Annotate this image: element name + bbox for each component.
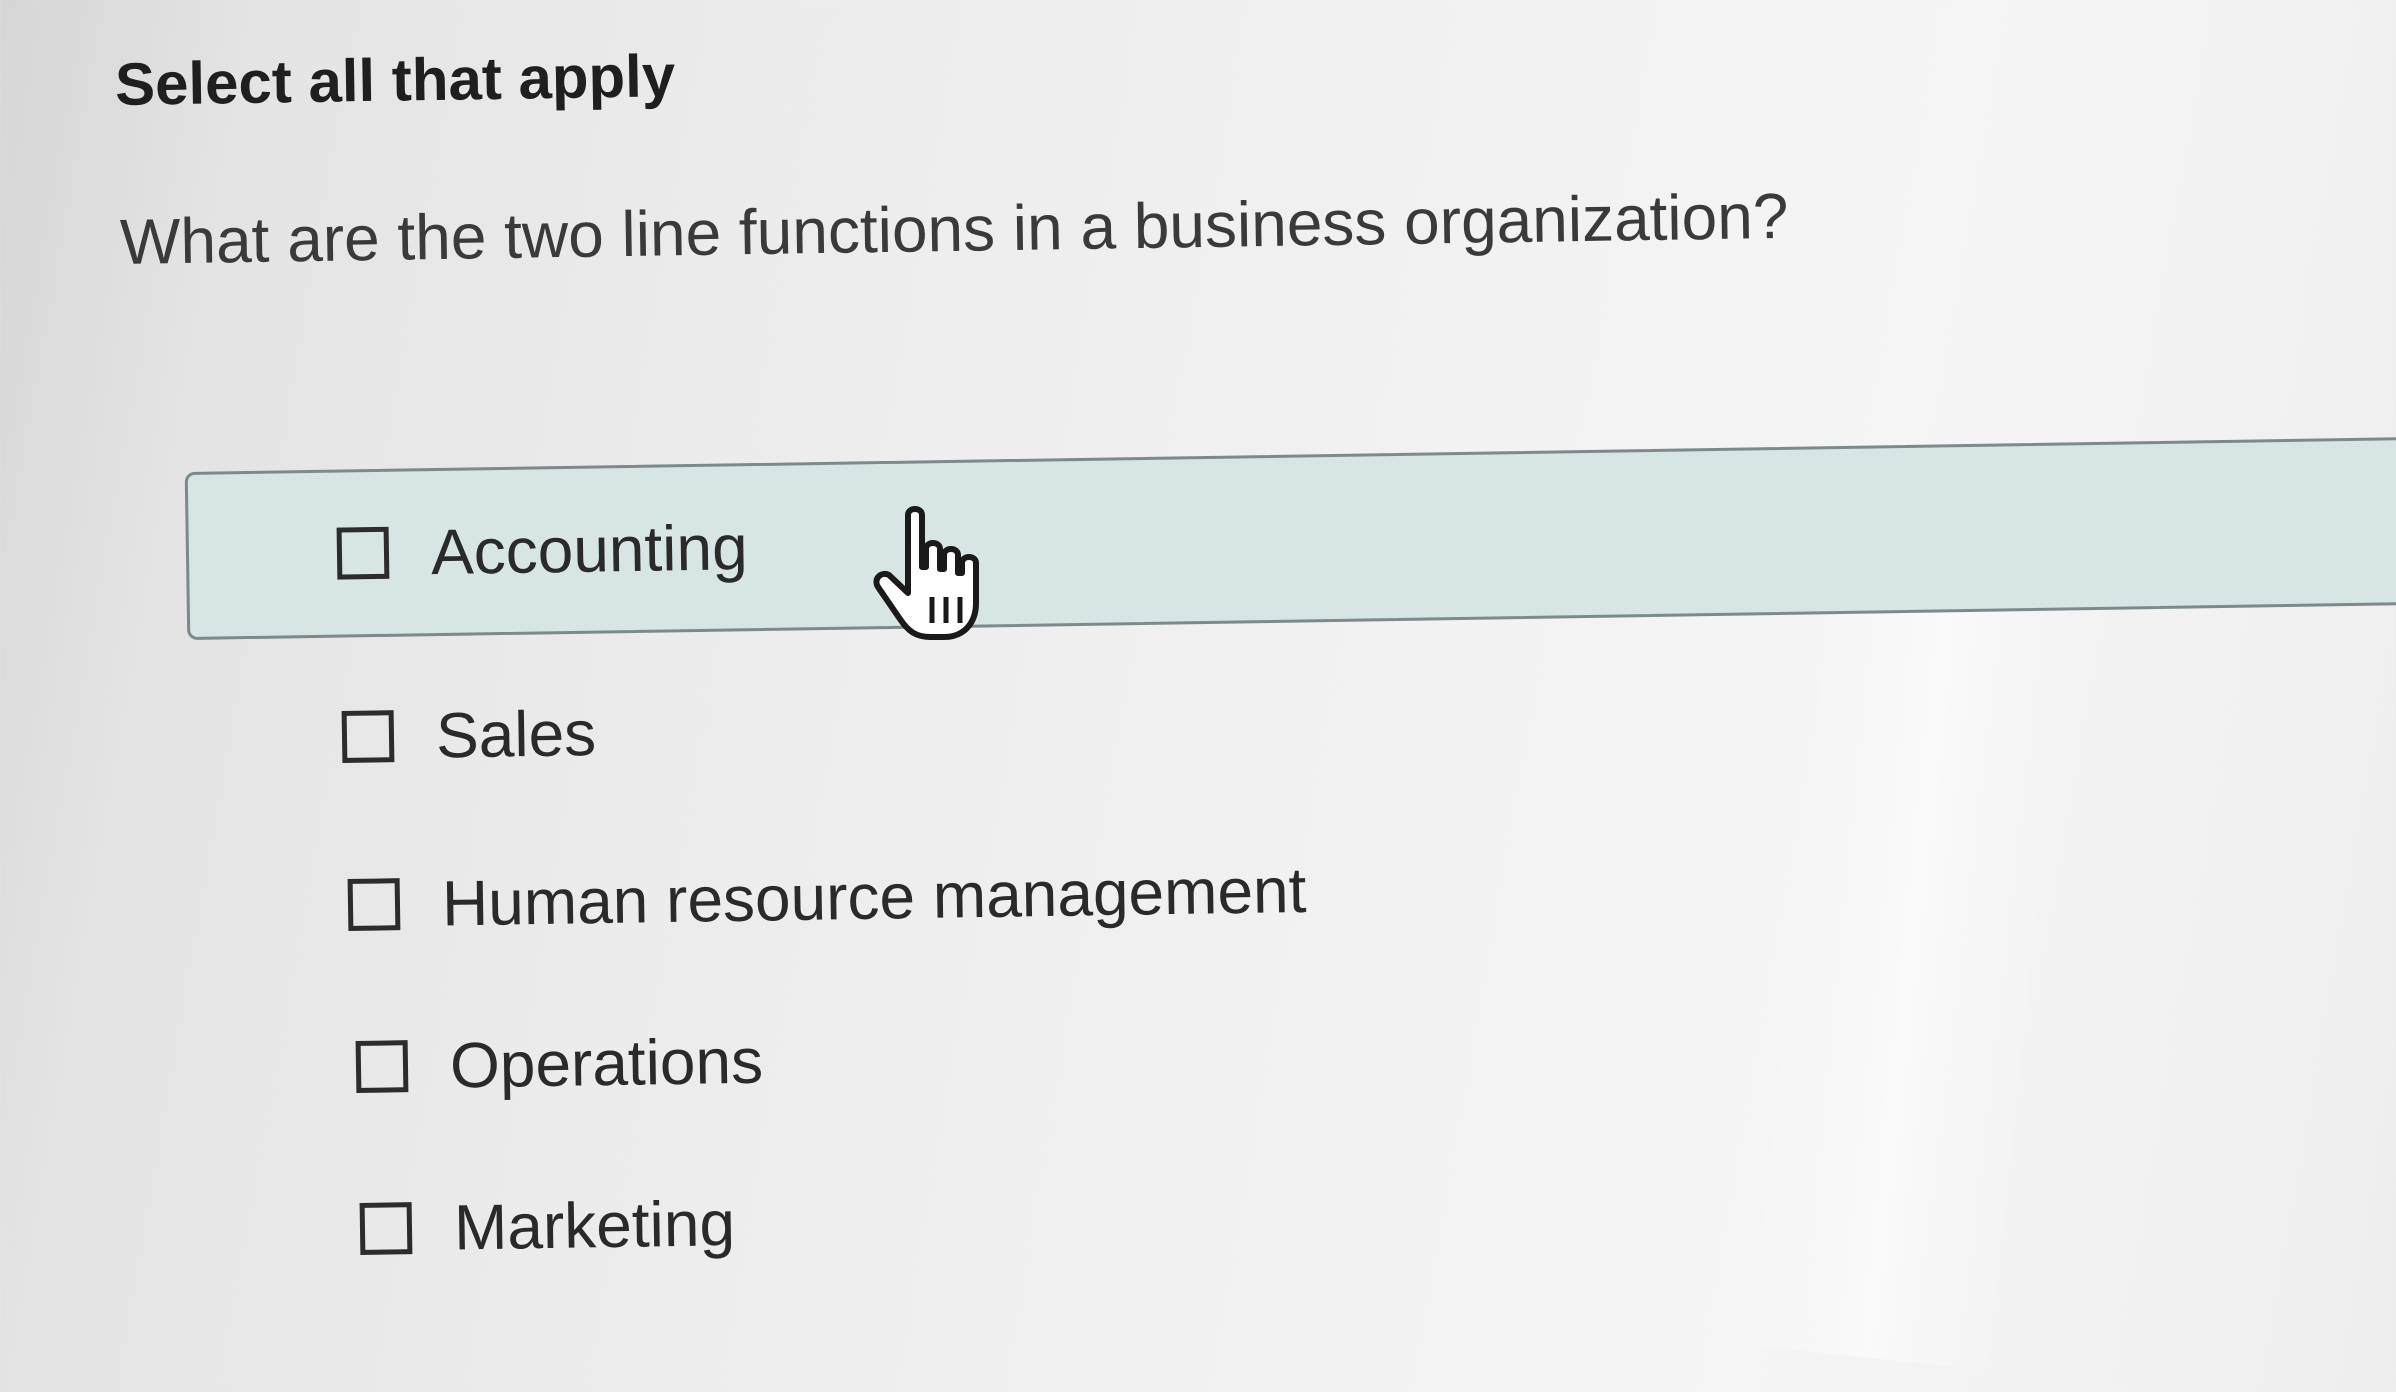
option-sales[interactable]: Sales [341, 696, 597, 774]
option-human-resource-management[interactable]: Human resource management [347, 853, 1307, 942]
option-label: Human resource management [441, 853, 1307, 940]
checkbox-sales[interactable] [341, 710, 395, 763]
checkbox-marketing[interactable] [359, 1202, 413, 1255]
option-label: Operations [449, 1024, 764, 1102]
checkbox-accounting[interactable] [336, 526, 390, 580]
checkbox-operations[interactable] [355, 1040, 409, 1093]
option-accounting[interactable]: Accounting [184, 436, 2396, 640]
checkbox-human-resource-management[interactable] [347, 878, 401, 931]
option-label: Accounting [430, 511, 749, 589]
option-label: Sales [435, 697, 597, 772]
answer-options: Accounting Sales Human resource manageme… [0, 0, 2396, 1392]
option-label: Marketing [453, 1187, 736, 1264]
hand-pointer-icon [873, 506, 979, 640]
option-marketing[interactable]: Marketing [359, 1186, 736, 1266]
option-operations[interactable]: Operations [355, 1024, 764, 1104]
